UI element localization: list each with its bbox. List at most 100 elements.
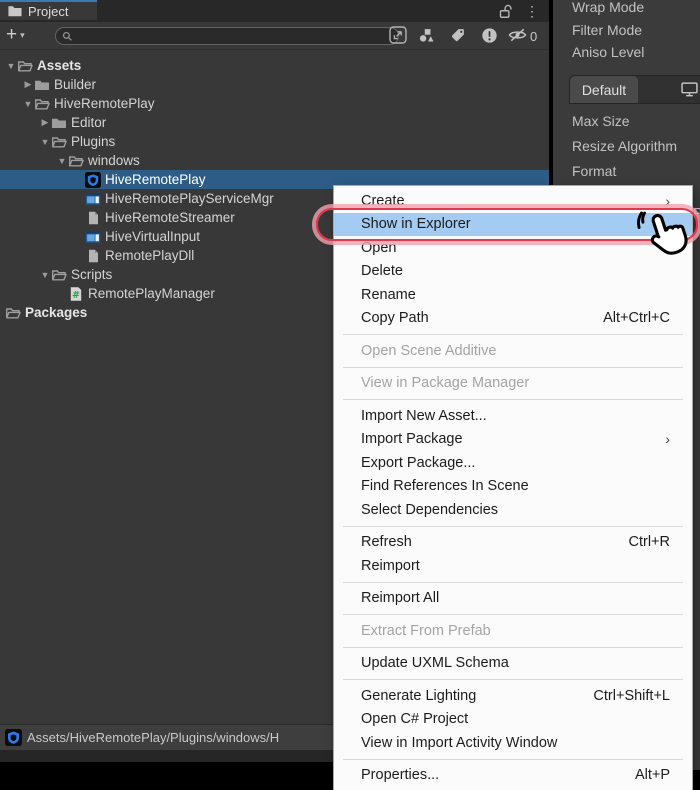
dll-file-icon [85, 248, 101, 264]
menu-item-label: Show in Explorer [361, 216, 670, 232]
project-toolbar: + ▾ [0, 22, 549, 50]
app-window-icon [85, 191, 101, 207]
foldout-arrow-icon[interactable]: ▼ [56, 156, 68, 166]
menu-item-import-new-asset[interactable]: Import New Asset... [334, 404, 692, 428]
warnings-icon[interactable] [477, 25, 501, 45]
menu-item-label: Generate Lighting [361, 688, 581, 704]
menu-item-open[interactable]: Open [334, 236, 692, 260]
tree-item-label: Packages [25, 305, 87, 320]
tab-project[interactable]: Project [0, 0, 97, 20]
tree-item-label: Editor [71, 115, 106, 130]
inspector-property-label: Format [572, 163, 616, 179]
hidden-count-icon[interactable] [505, 25, 529, 45]
open-search-window-icon[interactable] [386, 25, 410, 45]
platform-tab-strip: Default [569, 75, 700, 104]
hidden-count-value: 0 [530, 29, 537, 44]
search-by-type-icon[interactable] [414, 25, 438, 45]
kebab-menu-icon[interactable]: ⋮ [525, 4, 539, 18]
tree-item-label: Assets [37, 58, 81, 73]
menu-item-shortcut: Ctrl+Shift+L [593, 688, 670, 704]
menu-item-rename[interactable]: Rename [334, 283, 692, 307]
menu-item-show-in-explorer[interactable]: Show in Explorer [334, 213, 692, 237]
foldout-arrow-icon[interactable]: ▼ [39, 137, 51, 147]
tree-item-label: RemotePlayManager [88, 286, 215, 301]
tree-item-windows[interactable]: ▼ windows [0, 151, 549, 170]
foldout-arrow-icon[interactable]: ▼ [39, 270, 51, 280]
panel-header-buttons: ⋮ [499, 0, 539, 22]
clipped-text-fragment: P [693, 205, 700, 222]
menu-item-refresh[interactable]: RefreshCtrl+R [334, 531, 692, 555]
menu-item-shortcut: Alt+Ctrl+C [603, 310, 670, 326]
menu-separator [343, 399, 683, 400]
folder-open-icon [5, 305, 21, 321]
tree-item-plugins[interactable]: ▼Plugins [0, 132, 549, 151]
foldout-arrow-icon[interactable]: ▶ [22, 79, 34, 90]
menu-item-update-uxml-schema[interactable]: Update UXML Schema [334, 652, 692, 676]
menu-item-label: Import Package [361, 431, 653, 447]
search-input[interactable] [55, 27, 399, 45]
menu-item-reimport-all[interactable]: Reimport All [334, 587, 692, 611]
menu-separator [343, 679, 683, 680]
menu-item-label: Create [361, 193, 653, 209]
menu-item-label: Update UXML Schema [361, 655, 670, 671]
tree-item-editor[interactable]: ▶ Editor [0, 113, 549, 132]
app-window-icon [85, 229, 101, 245]
foldout-arrow-icon[interactable]: ▶ [39, 117, 51, 128]
menu-item-export-package[interactable]: Export Package... [334, 451, 692, 475]
folder-icon [8, 5, 22, 17]
tree-item-label: windows [88, 153, 140, 168]
menu-item-create[interactable]: Create› [334, 189, 692, 213]
inspector-property-label: Max Size [572, 113, 630, 129]
search-icon [62, 31, 73, 42]
svg-text:#: # [72, 289, 80, 300]
tree-item-label: RemotePlayDll [105, 248, 194, 263]
menu-item-shortcut: Ctrl+R [629, 534, 671, 550]
tab-default[interactable]: Default [570, 76, 638, 103]
menu-item-generate-lighting[interactable]: Generate Lighting Ctrl+Shift+L [334, 684, 692, 708]
menu-item-label: View in Import Activity Window [361, 735, 670, 751]
menu-item-select-dependencies[interactable]: Select Dependencies [334, 498, 692, 522]
tree-item-label: HiveRemotePlay [105, 172, 206, 187]
tree-item-label: HiveVirtualInput [105, 229, 200, 244]
folder-open-icon [68, 153, 84, 169]
unlock-icon[interactable] [499, 4, 512, 19]
chevron-down-icon: ▾ [20, 30, 25, 41]
menu-item-find-references-in-scene[interactable]: Find References In Scene [334, 475, 692, 499]
menu-item-label: Rename [361, 287, 670, 303]
tab-project-label: Project [28, 4, 68, 19]
foldout-arrow-icon[interactable]: ▼ [5, 61, 17, 71]
monitor-icon[interactable] [681, 76, 698, 103]
menu-item-properties[interactable]: Properties...Alt+P [334, 764, 692, 788]
folder-open-icon [51, 267, 67, 283]
inspector-property-label: Filter Mode [572, 22, 642, 38]
menu-item-open-scene-additive: Open Scene Additive [334, 339, 692, 363]
menu-item-import-package[interactable]: Import Package› [334, 428, 692, 452]
inspector-property-label: Resize Algorithm [572, 138, 677, 154]
menu-separator [343, 647, 683, 648]
unity-editor-window: Project ⋮ + ▾ [0, 0, 700, 790]
tree-item-assets[interactable]: ▼ Assets [0, 56, 549, 75]
folder-open-icon [34, 96, 50, 112]
tree-item-hiveremoteplay[interactable]: ▼HiveRemotePlay [0, 94, 549, 113]
menu-item-label: View in Package Manager [361, 375, 670, 391]
selected-asset-path: Assets/HiveRemotePlay/Plugins/windows/H [27, 730, 279, 745]
menu-item-label: Open C# Project [361, 711, 670, 727]
tree-item-builder[interactable]: ▶Builder [0, 75, 549, 94]
inspector-property-label: Wrap Mode [572, 0, 644, 15]
menu-separator [343, 526, 683, 527]
add-asset-button[interactable]: + ▾ [6, 25, 25, 45]
menu-item-open-c-project[interactable]: Open C# Project [334, 708, 692, 732]
search-by-label-icon[interactable] [446, 25, 470, 45]
folder-open-icon [17, 58, 33, 74]
menu-item-reimport[interactable]: Reimport [334, 554, 692, 578]
folder-closed-icon [34, 77, 50, 93]
folder-closed-icon [51, 115, 67, 131]
menu-item-view-in-import-activity-window[interactable]: View in Import Activity Window [334, 731, 692, 755]
project-tab-bar: Project ⋮ [0, 0, 549, 22]
menu-item-delete[interactable]: Delete [334, 260, 692, 284]
hive-logo-icon [85, 172, 101, 188]
foldout-arrow-icon[interactable]: ▼ [22, 99, 34, 109]
plus-icon: + [6, 26, 17, 44]
menu-item-copy-path[interactable]: Copy PathAlt+Ctrl+C [334, 307, 692, 331]
menu-item-shortcut: Alt+P [635, 767, 670, 783]
